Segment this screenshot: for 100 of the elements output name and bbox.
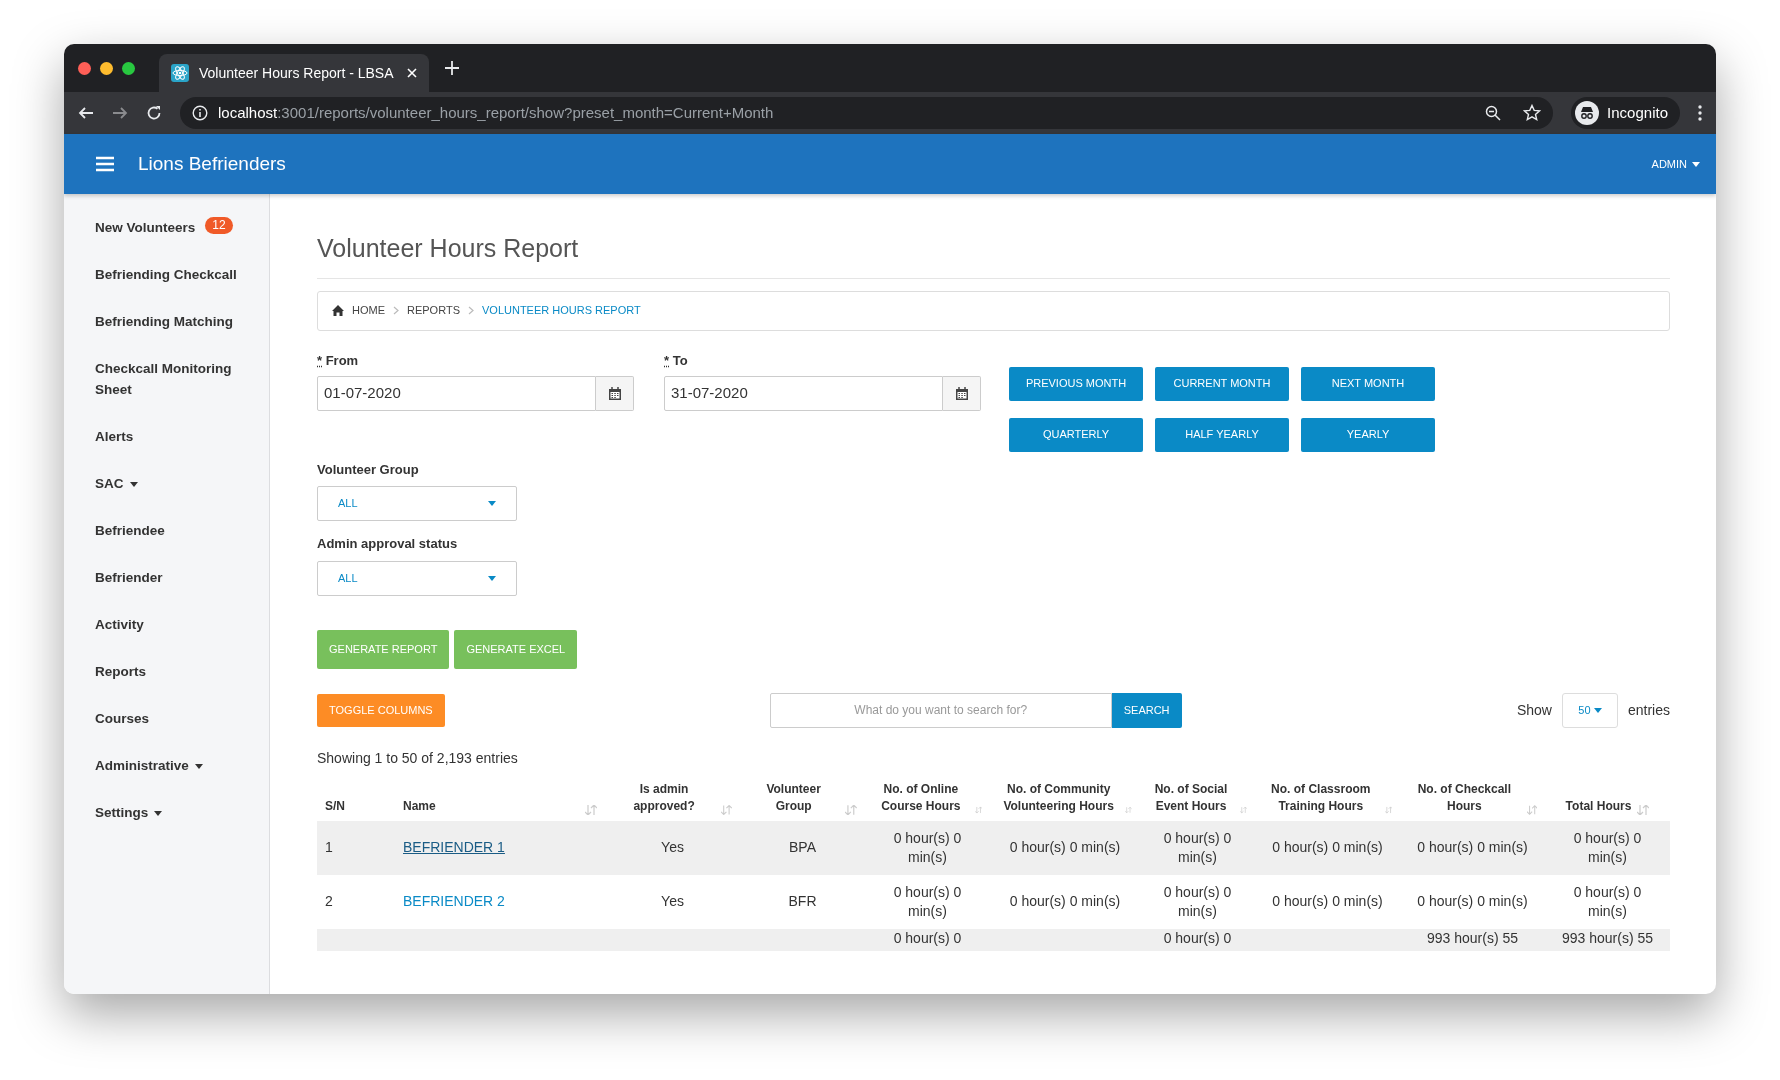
column-header[interactable]: No. of Community Volunteering Hours <box>998 780 1120 815</box>
info-icon <box>192 105 208 121</box>
entries-label: entries <box>1627 700 1670 720</box>
search-field[interactable]: What do you want to search for? <box>769 692 1112 728</box>
date-field[interactable]: 31-07-2020 <box>664 376 943 411</box>
table-cell: 0 hour(s) 0 min(s) <box>1140 820 1255 875</box>
sidebar-item[interactable]: Settings <box>95 802 238 823</box>
sidebar-item[interactable]: Reports <box>95 661 238 682</box>
chevron-icon <box>393 306 399 315</box>
sidebar-item[interactable]: Befriending Matching <box>95 311 238 332</box>
column-header[interactable]: No. of Social Event Hours <box>1148 780 1234 815</box>
table-cell: 0 hour(s) 0 min(s) <box>1400 820 1545 875</box>
home-icon <box>332 305 344 316</box>
close-window-icon[interactable] <box>78 61 91 75</box>
star-icon[interactable] <box>1523 104 1542 122</box>
show-label: Show <box>1516 700 1552 720</box>
maximize-window-icon[interactable] <box>122 61 135 75</box>
brand-name: Lions Befrienders <box>138 151 286 176</box>
column-header[interactable]: No. of Classroom Training Hours <box>1263 780 1379 815</box>
sidebar-item[interactable]: Befriender <box>95 567 238 588</box>
preset-button[interactable]: QUARTERLY <box>1009 417 1143 452</box>
caret-icon <box>1593 707 1602 713</box>
profile-label: Incognito <box>1607 102 1668 123</box>
column-header[interactable]: Is admin approved? <box>613 780 716 815</box>
tab-title: Volunteer Hours Report - LBSA <box>199 63 395 83</box>
reload-icon[interactable] <box>146 105 162 121</box>
calendar-icon <box>955 387 968 400</box>
column-header[interactable]: Name <box>403 797 579 815</box>
incognito-icon <box>1575 101 1600 125</box>
plus-icon[interactable] <box>445 61 459 75</box>
table-cell: 1 <box>317 820 395 875</box>
column-header[interactable]: Total Hours <box>1565 797 1632 815</box>
preset-button[interactable]: CURRENT MONTH <box>1155 366 1289 401</box>
table-cell: 0 hour(s) 0 min(s) <box>1545 820 1670 875</box>
url-text: localhost:3001/reports/volunteer_hours_report/show?preset_month=Current+Month <box>218 102 775 123</box>
caret-icon <box>488 501 496 506</box>
browser-tab[interactable]: Volunteer Hours Report - LBSA <box>159 54 429 92</box>
breadcrumb-link[interactable]: REPORTS <box>407 302 460 319</box>
field-label: * To <box>664 351 689 370</box>
caret-icon <box>488 575 496 581</box>
sidebar-item[interactable]: Administrative <box>95 755 238 776</box>
table-cell: BPA <box>740 820 865 875</box>
caret-icon <box>129 482 138 487</box>
volunteer-link[interactable]: BEFRIENDER 1 <box>403 839 505 855</box>
table-cell: 0 hour(s) 0 <box>865 928 990 951</box>
forward-arrow-icon[interactable] <box>112 105 128 121</box>
preset-button[interactable]: YEARLY <box>1301 417 1435 452</box>
close-icon[interactable] <box>407 68 417 78</box>
table-cell: Yes <box>605 820 740 875</box>
profile-chip[interactable]: Incognito <box>1571 97 1680 129</box>
caret-icon <box>154 811 163 816</box>
column-header[interactable]: S/N <box>325 797 387 815</box>
calendar-button[interactable] <box>943 376 981 411</box>
table-cell: 0 hour(s) 0 min(s) <box>990 820 1140 875</box>
column-header[interactable]: Volunteer Group <box>748 780 840 815</box>
chevron-icon <box>468 306 474 315</box>
table-cell: 993 hour(s) 55 <box>1545 928 1670 951</box>
user-menu[interactable]: ADMIN <box>1651 155 1700 173</box>
calendar-icon <box>608 387 621 400</box>
sidebar-item[interactable]: SAC <box>95 473 238 494</box>
sidebar-item[interactable]: Befriendee <box>95 520 238 541</box>
sidebar-item[interactable]: Alerts <box>95 426 238 447</box>
preset-button[interactable]: HALF YEARLY <box>1155 417 1289 452</box>
table-cell: 0 hour(s) 0 min(s) <box>1255 820 1400 875</box>
dropdown-select[interactable]: ALL <box>317 486 517 521</box>
zoom-out-icon[interactable] <box>1485 105 1502 121</box>
calendar-button[interactable] <box>596 376 634 411</box>
caret-icon <box>194 764 203 769</box>
minimize-window-icon[interactable] <box>100 61 113 75</box>
search-button[interactable]: SEARCH <box>1111 692 1182 728</box>
menu-icon[interactable] <box>1698 105 1702 121</box>
breadcrumb-link[interactable]: HOME <box>352 302 385 319</box>
address-bar[interactable]: localhost:3001/reports/volunteer_hours_report/show?preset_month=Current+Month <box>180 97 1554 129</box>
breadcrumb-link[interactable]: VOLUNTEER HOURS REPORT <box>482 302 641 319</box>
count-badge: 12 <box>205 217 233 234</box>
date-field[interactable]: 01-07-2020 <box>317 376 596 411</box>
column-header[interactable]: No. of Online Course Hours <box>873 780 969 815</box>
preset-button[interactable]: PREVIOUS MONTH <box>1009 366 1143 401</box>
caret-icon <box>1692 161 1700 167</box>
sidebar-item[interactable]: Checkcall Monitoring Sheet <box>95 358 238 400</box>
sidebar-item[interactable]: Courses <box>95 708 238 729</box>
back-arrow-icon[interactable] <box>78 105 94 121</box>
field-label: Admin approval status <box>317 535 459 553</box>
dropdown-select[interactable]: ALL <box>317 560 517 596</box>
sidebar-item[interactable]: Befriending Checkcall <box>95 264 238 285</box>
sidebar-item[interactable]: New Volunteers 12 <box>95 217 238 238</box>
field-label: * From <box>317 351 360 370</box>
page-title: Volunteer Hours Report <box>317 230 1670 279</box>
table-info: Showing 1 to 50 of 2,193 entries <box>317 748 519 768</box>
field-label: Volunteer Group <box>317 460 420 479</box>
column-header[interactable]: No. of Checkcall Hours <box>1408 780 1521 815</box>
page-size-select[interactable]: 50 <box>1561 692 1618 728</box>
volunteer-link[interactable]: BEFRIENDER 2 <box>403 893 505 909</box>
table-cell: 993 hour(s) 55 <box>1400 928 1545 951</box>
menu-icon[interactable] <box>96 156 114 172</box>
sidebar-item[interactable]: Activity <box>95 614 238 635</box>
atom-icon <box>171 64 189 82</box>
preset-button[interactable]: NEXT MONTH <box>1301 366 1435 401</box>
table-cell: 0 hour(s) 0 <box>1140 928 1255 951</box>
table-cell: 0 hour(s) 0 min(s) <box>865 820 990 875</box>
